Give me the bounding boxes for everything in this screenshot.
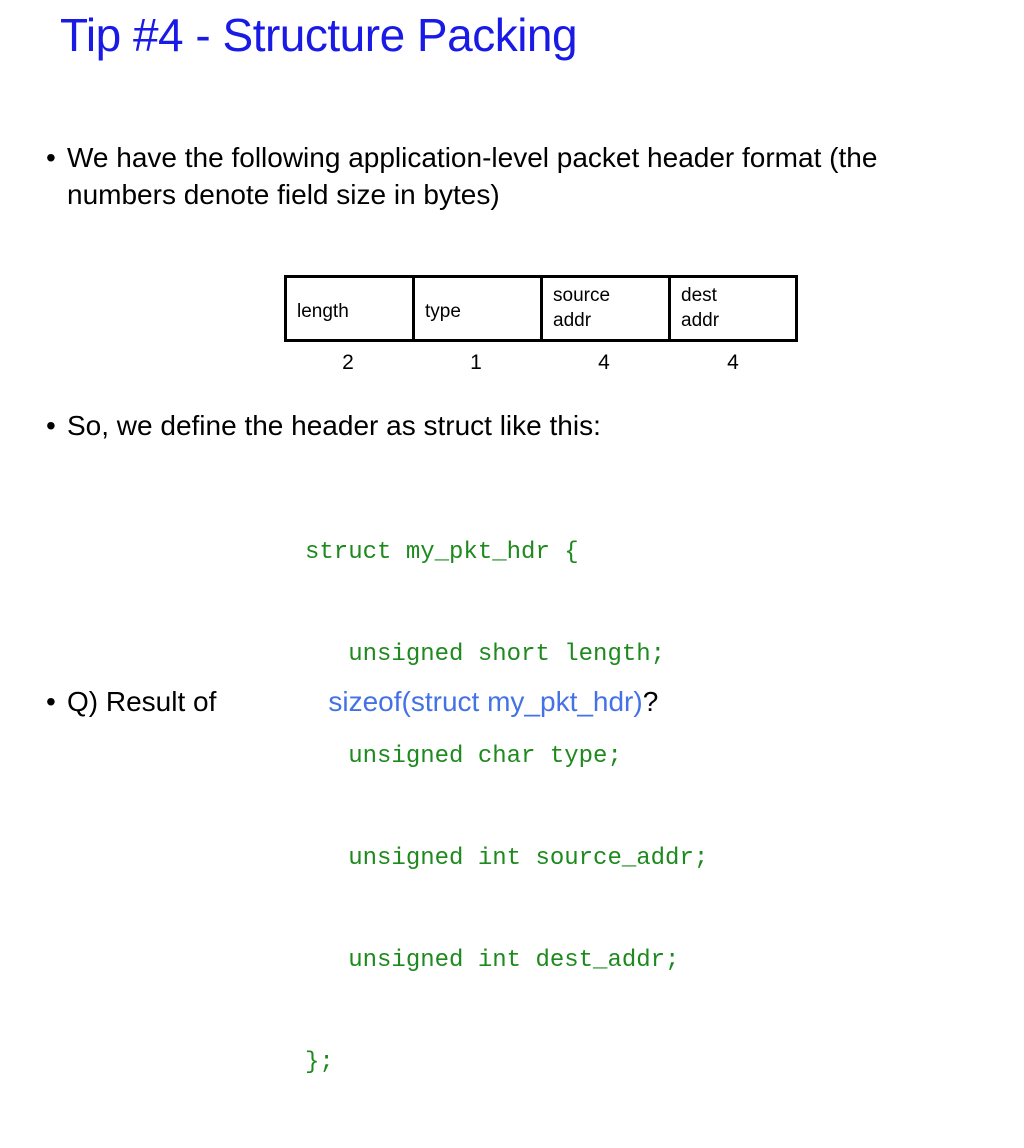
- bullet-marker: •: [46, 686, 56, 717]
- packet-field-size-dest-addr: 4: [727, 351, 739, 374]
- page-title: Tip #4 - Structure Packing: [60, 9, 578, 61]
- packet-field-size-length: 2: [342, 351, 354, 374]
- bullet-marker: •: [46, 142, 56, 173]
- packet-field-dest-addr: dest addr: [671, 278, 795, 339]
- packet-field-size-type: 1: [470, 351, 482, 374]
- bullet-text-1: We have the following application-level …: [67, 142, 878, 210]
- packet-field-size-source-addr: 4: [598, 351, 610, 374]
- packet-field-length: length: [287, 278, 415, 339]
- packet-field-type: type: [415, 278, 543, 339]
- bullet-text-3: Q) Result of sizeof(struct my_pkt_hdr)?: [67, 683, 658, 720]
- bullet-item-2: • So, we define the header as struct lik…: [37, 407, 837, 444]
- code-line: };: [305, 1049, 334, 1076]
- packet-header-diagram: length type source addr dest addr 2 1 4 …: [284, 275, 798, 376]
- packet-header-table: length type source addr dest addr: [284, 275, 798, 342]
- code-line: unsigned char type;: [305, 743, 622, 770]
- code-line: unsigned short length;: [305, 641, 666, 668]
- question-mark: ?: [642, 686, 659, 717]
- bullet-marker: •: [46, 410, 56, 441]
- bullet-item-1: • We have the following application-leve…: [37, 139, 957, 213]
- slide-canvas: Tip #4 - Structure Packing • We have the…: [0, 0, 1024, 1076]
- packet-field-source-addr-label-line1: source: [553, 285, 611, 306]
- packet-field-type-label: type: [425, 301, 461, 322]
- code-line: struct my_pkt_hdr {: [305, 539, 579, 566]
- code-block-struct-definition: struct my_pkt_hdr { unsigned short lengt…: [305, 468, 708, 1148]
- code-line: unsigned int dest_addr;: [305, 947, 680, 974]
- packet-field-size-row: 2 1 4 4: [284, 350, 798, 376]
- packet-field-dest-addr-label-line2: addr: [681, 310, 720, 331]
- code-line: unsigned int source_addr;: [305, 845, 709, 872]
- bullet-text-2: So, we define the header as struct like …: [67, 410, 601, 441]
- sizeof-expression: sizeof(struct my_pkt_hdr): [328, 686, 643, 717]
- packet-field-dest-addr-label-line1: dest: [681, 285, 717, 306]
- bullet-item-3: • Q) Result of sizeof(struct my_pkt_hdr)?: [37, 683, 937, 720]
- question-lead-text: Q) Result of: [67, 686, 217, 717]
- packet-field-source-addr-label-line2: addr: [553, 310, 592, 331]
- packet-field-length-label: length: [297, 301, 349, 322]
- packet-field-source-addr: source addr: [543, 278, 671, 339]
